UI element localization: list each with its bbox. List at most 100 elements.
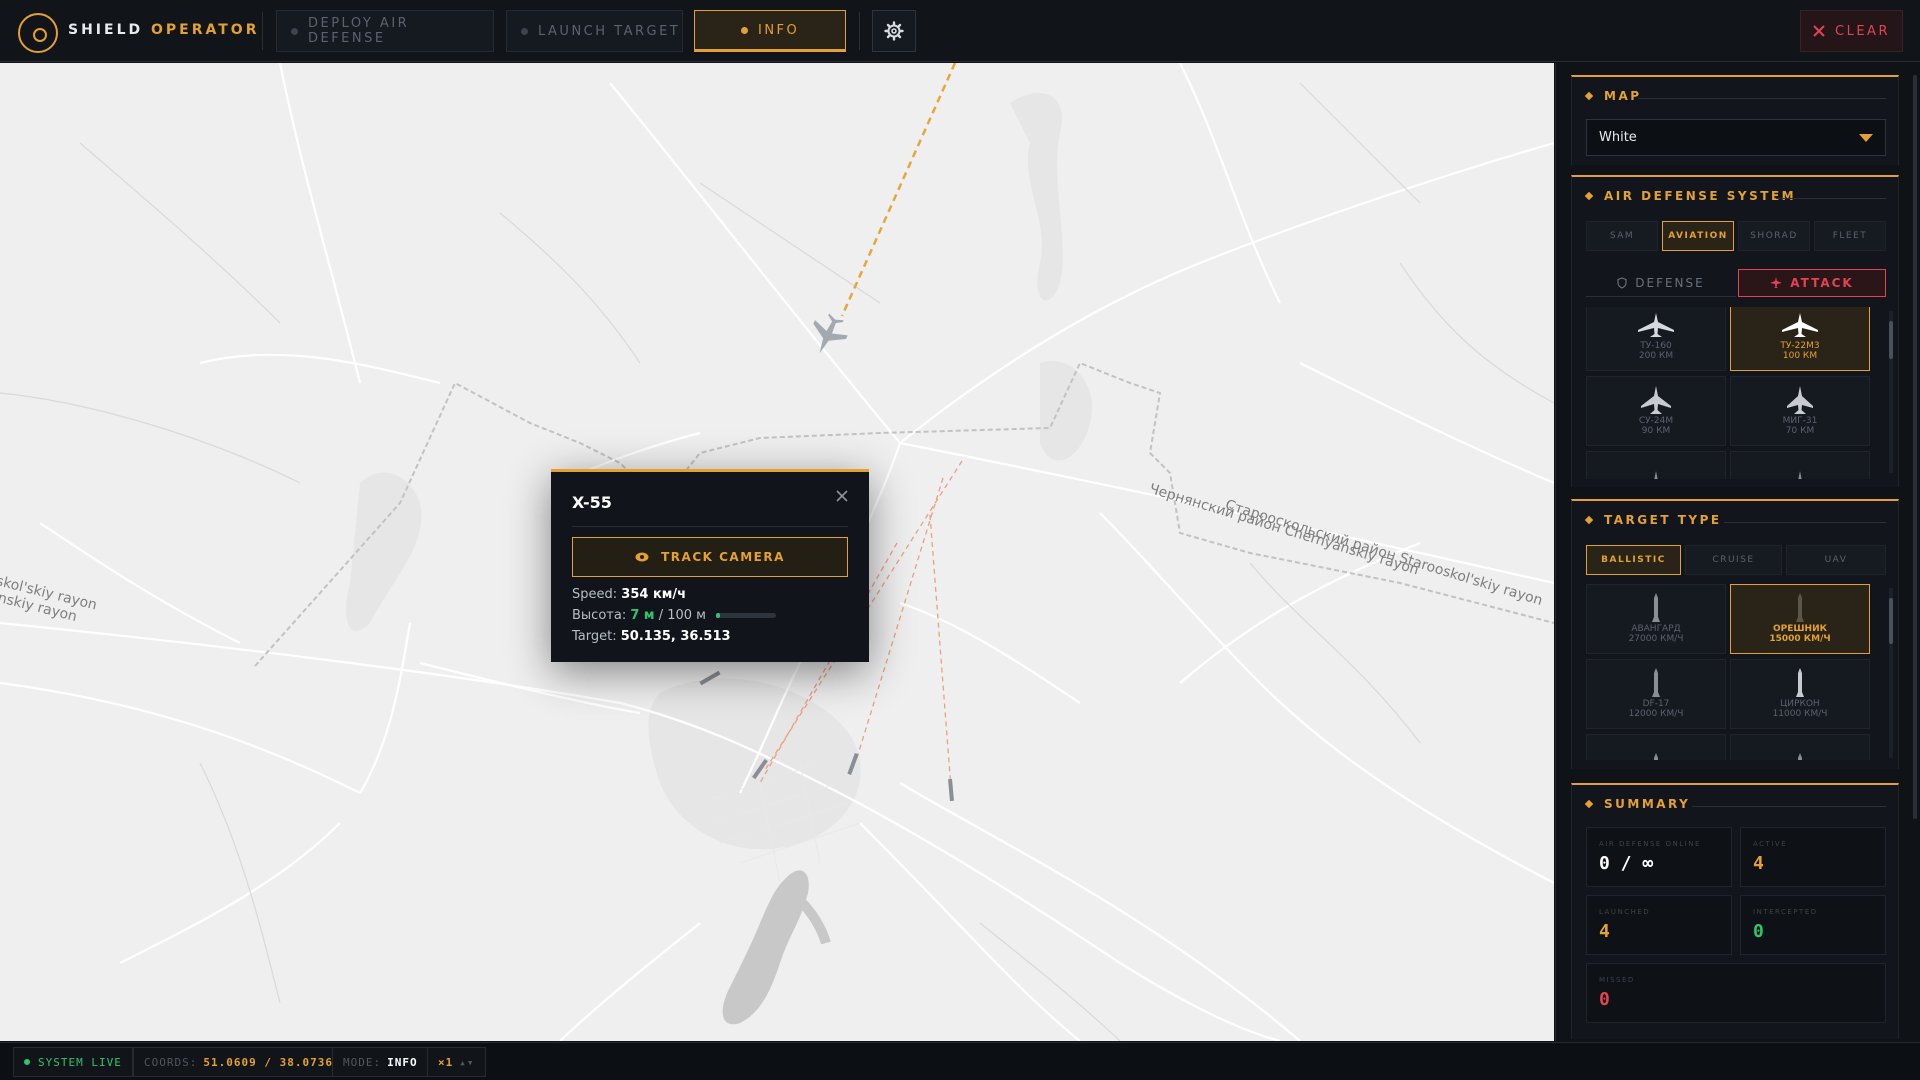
category-ballistic[interactable]: BALLISTIC bbox=[1586, 545, 1681, 575]
aircraft-grid: ТУ-160 200 КМ ТУ-22М3 100 КМ СУ-24М 90 КМ М… bbox=[1586, 307, 1886, 479]
aircraft-card[interactable] bbox=[1586, 451, 1726, 479]
missile-card[interactable]: ОРЕШНИК 15000 КМ/Ч bbox=[1730, 584, 1870, 654]
divider bbox=[1724, 522, 1886, 523]
missile-icon bbox=[1651, 668, 1661, 697]
mode-readout: MODE: INFO bbox=[332, 1047, 429, 1077]
camera-icon bbox=[635, 552, 649, 562]
map-canvas[interactable]: oskol'skiy rayon nskiy rayon Староосколь… bbox=[0, 63, 1554, 1041]
speed-value: 354 км/ч bbox=[621, 587, 687, 602]
tab-info[interactable]: INFO bbox=[694, 10, 846, 52]
category-shorad[interactable]: SHORAD bbox=[1738, 221, 1810, 251]
tab-deploy-air-defense[interactable]: DEPLOY AIR DEFENSE bbox=[276, 10, 494, 52]
missile-card[interactable]: ЦИРКОН 11000 КМ/Ч bbox=[1730, 659, 1870, 729]
shield-icon bbox=[1617, 276, 1627, 289]
aircraft-card[interactable]: ТУ-160 200 КМ bbox=[1586, 307, 1726, 371]
target-label: Target: bbox=[572, 629, 617, 644]
missile-icon bbox=[1795, 668, 1805, 697]
missile-card[interactable] bbox=[1586, 734, 1726, 760]
clear-button[interactable]: CLEAR bbox=[1800, 10, 1903, 52]
category-sam[interactable]: SAM bbox=[1586, 221, 1658, 251]
aircraft-icon bbox=[1636, 311, 1676, 339]
aircraft-icon bbox=[1780, 311, 1820, 339]
shield-logo-icon bbox=[18, 13, 58, 53]
section-title: TARGET TYPE bbox=[1584, 513, 1722, 527]
section-title: AIR DEFENSE SYSTEM bbox=[1584, 189, 1796, 203]
select-value: White bbox=[1599, 130, 1637, 145]
status-dot-icon bbox=[291, 27, 298, 35]
missile-card[interactable] bbox=[1730, 734, 1870, 760]
settings-button[interactable] bbox=[872, 10, 916, 52]
gear-icon bbox=[884, 21, 904, 41]
stat-launched: LAUNCHED 4 bbox=[1586, 895, 1732, 955]
plane-icon bbox=[1770, 277, 1783, 288]
chevron-updown-icon: ▴▾ bbox=[459, 1055, 475, 1069]
category-aviation[interactable]: AVIATION bbox=[1662, 221, 1734, 251]
missile-icon bbox=[1795, 593, 1805, 622]
speed-row: Speed: 354 км/ч bbox=[572, 587, 686, 602]
speed-multiplier-button[interactable]: ×1 ▴▾ bbox=[427, 1047, 486, 1077]
aircraft-card[interactable] bbox=[1730, 451, 1870, 479]
diamond-icon bbox=[1584, 191, 1594, 201]
category-fleet[interactable]: FLEET bbox=[1814, 221, 1886, 251]
section-title: SUMMARY bbox=[1584, 797, 1690, 811]
map-section: MAP White bbox=[1571, 75, 1899, 165]
divider bbox=[859, 12, 860, 50]
stat-air-defense-online: AIR DEFENSE ONLINE 0 / ∞ bbox=[1586, 827, 1732, 887]
stat-intercepted: INTERCEPTED 0 bbox=[1740, 895, 1886, 955]
target-type-section: TARGET TYPE BALLISTIC CRUISE UAV АВАНГАР… bbox=[1571, 499, 1899, 769]
missile-icon bbox=[1795, 753, 1805, 760]
altitude-bar-fill bbox=[716, 613, 721, 618]
status-dot-icon bbox=[521, 27, 528, 35]
close-icon bbox=[1813, 25, 1825, 37]
aircraft-card[interactable]: ТУ-22М3 100 КМ bbox=[1730, 307, 1870, 371]
altitude-max: / 100 м bbox=[658, 608, 706, 623]
status-bar: SYSTEM LIVE COORDS: 51.0609 / 38.0736 MO… bbox=[0, 1042, 1920, 1080]
divider bbox=[1776, 198, 1886, 199]
tab-label: DEPLOY AIR DEFENSE bbox=[307, 16, 410, 46]
popup-title: X-55 bbox=[572, 493, 612, 512]
brand-primary: SHIELD bbox=[68, 22, 144, 38]
coords-readout: COORDS: 51.0609 / 38.0736 bbox=[133, 1047, 344, 1077]
panel-scrollbar[interactable] bbox=[1913, 75, 1917, 819]
tab-label: INFO bbox=[758, 22, 800, 38]
diamond-icon bbox=[1584, 799, 1594, 809]
status-dot-icon bbox=[24, 1059, 30, 1065]
missile-card[interactable]: АВАНГАРД 27000 КМ/Ч bbox=[1586, 584, 1726, 654]
missile-card[interactable]: DF-17 12000 КМ/Ч bbox=[1586, 659, 1726, 729]
summary-section: SUMMARY AIR DEFENSE ONLINE 0 / ∞ ACTIVE … bbox=[1571, 783, 1899, 1039]
diamond-icon bbox=[1584, 515, 1594, 525]
category-uav[interactable]: UAV bbox=[1786, 545, 1886, 575]
divider bbox=[1638, 98, 1886, 99]
tab-launch-target[interactable]: LAUNCH TARGET bbox=[506, 10, 683, 52]
divider bbox=[262, 12, 263, 50]
category-cruise[interactable]: CRUISE bbox=[1685, 545, 1782, 575]
target-row: Target: 50.135, 36.513 bbox=[572, 629, 731, 644]
section-title: MAP bbox=[1584, 89, 1642, 103]
aircraft-scrollbar[interactable] bbox=[1889, 311, 1893, 473]
air-defense-section: AIR DEFENSE SYSTEM SAM AVIATION SHORAD F… bbox=[1571, 175, 1899, 487]
map-style-select[interactable]: White bbox=[1586, 119, 1886, 156]
attack-toggle[interactable]: ATTACK bbox=[1738, 269, 1886, 297]
aircraft-icon bbox=[1636, 386, 1676, 414]
aircraft-card[interactable]: СУ-24М 90 КМ bbox=[1586, 376, 1726, 446]
system-status: SYSTEM LIVE bbox=[13, 1047, 133, 1077]
altitude-value: 7 м bbox=[630, 608, 655, 623]
defense-toggle[interactable]: DEFENSE bbox=[1586, 269, 1736, 297]
top-toolbar: SHIELD OPERATOR DEPLOY AIR DEFENSE LAUNC… bbox=[0, 0, 1920, 62]
missile-icon bbox=[1651, 593, 1661, 622]
aircraft-card[interactable]: МИГ-31 70 КМ bbox=[1730, 376, 1870, 446]
track-camera-button[interactable]: TRACK CAMERA bbox=[572, 537, 848, 577]
status-dot-icon bbox=[741, 26, 748, 34]
aircraft-icon bbox=[1780, 471, 1820, 479]
divider bbox=[572, 526, 848, 527]
popup-close-button[interactable] bbox=[831, 486, 853, 508]
track-camera-label: TRACK CAMERA bbox=[661, 550, 785, 564]
missile-scrollbar[interactable] bbox=[1889, 588, 1893, 758]
brand-secondary: OPERATOR bbox=[151, 22, 260, 38]
aircraft-icon bbox=[1636, 471, 1676, 479]
altitude-row: Высота: 7 м / 100 м bbox=[572, 608, 777, 623]
diamond-icon bbox=[1584, 91, 1594, 101]
divider bbox=[1692, 806, 1886, 807]
target-info-popup: X-55 TRACK CAMERA Speed: 354 км/ч Высота… bbox=[551, 469, 869, 662]
missile-grid: АВАНГАРД 27000 КМ/Ч ОРЕШНИК 15000 КМ/Ч DF-… bbox=[1586, 584, 1886, 760]
